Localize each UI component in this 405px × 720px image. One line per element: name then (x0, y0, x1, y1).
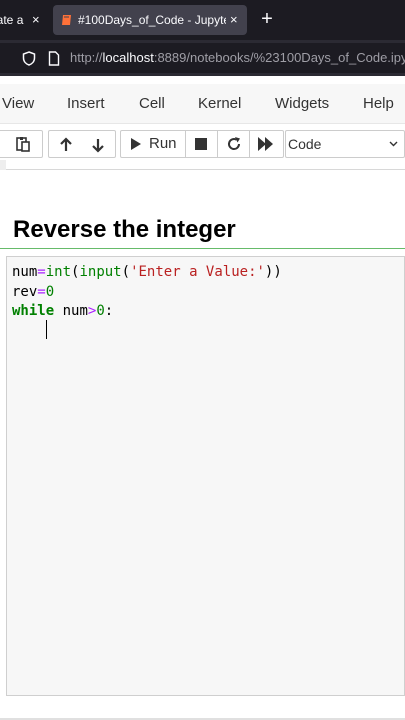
notebook-container: Reverse the integer num=int(input('Enter… (0, 160, 405, 720)
close-tab-icon[interactable]: × (230, 5, 238, 35)
new-tab-button[interactable]: + (258, 5, 276, 35)
notebook-favicon-icon (62, 15, 71, 25)
menu-widgets[interactable]: Widgets (275, 84, 329, 124)
menu-help[interactable]: Help (363, 84, 394, 124)
url-path: :8889/notebooks/%23100Days_of_Code.ipynb (153, 50, 405, 65)
jupyter-menu-bar: View Insert Cell Kernel Widgets Help (0, 84, 405, 124)
url-host: localhost (102, 50, 154, 65)
move-cell-group (48, 130, 116, 158)
paste-button[interactable] (0, 130, 43, 158)
markdown-heading: Reverse the integer (13, 216, 236, 243)
code-token: 'Enter a Value:' (130, 264, 265, 280)
run-label: Run (149, 135, 177, 152)
restart-button[interactable] (218, 131, 250, 157)
code-token: 0 (45, 283, 55, 300)
page-info-icon[interactable] (48, 51, 60, 66)
restart-icon (228, 137, 241, 150)
move-up-icon[interactable] (58, 137, 74, 153)
code-token: = (37, 264, 46, 280)
previous-cell[interactable] (6, 160, 405, 170)
code-text: num=int(input('Enter a Value:')) rev=0 w… (12, 263, 282, 322)
chevron-down-icon (389, 141, 398, 147)
code-editor[interactable]: num=int(input('Enter a Value:')) rev=0 w… (6, 256, 405, 696)
stop-icon (195, 138, 207, 150)
code-token: int (45, 264, 72, 280)
run-icon (131, 138, 141, 150)
menu-insert[interactable]: Insert (67, 84, 105, 124)
code-token: rev (12, 283, 38, 300)
code-token: )) (264, 264, 282, 280)
code-token: while (12, 303, 55, 319)
close-tab-icon[interactable]: × (32, 5, 40, 35)
code-token: ( (121, 264, 131, 280)
text-cursor (46, 320, 47, 339)
run-button[interactable]: Run (121, 131, 186, 157)
url-text[interactable]: http://localhost:8889/notebooks/%23100Da… (70, 43, 405, 73)
url-bar[interactable]: http://localhost:8889/notebooks/%23100Da… (0, 43, 405, 73)
move-down-icon[interactable] (90, 137, 106, 153)
menu-cell[interactable]: Cell (139, 84, 165, 124)
code-token: num (54, 303, 88, 319)
cell-type-value: Code (288, 136, 322, 152)
code-token: 0 (96, 303, 105, 319)
menu-view[interactable]: View (2, 84, 34, 124)
browser-tab-active[interactable]: #100Days_of_Code - Jupyter Nc × (53, 5, 247, 35)
fast-forward-icon (258, 137, 273, 151)
tab-title: eate a (0, 13, 24, 27)
url-prefix: http:// (70, 50, 103, 65)
code-cell-selected[interactable]: num=int(input('Enter a Value:')) rev=0 w… (0, 248, 405, 720)
paste-icon (16, 137, 30, 152)
browser-nav-bar: http://localhost:8889/notebooks/%23100Da… (0, 40, 405, 76)
code-token: : (104, 303, 114, 319)
tab-title: #100Days_of_Code - Jupyter Nc (78, 13, 226, 27)
browser-tab-strip: eate a × #100Days_of_Code - Jupyter Nc ×… (0, 0, 405, 40)
run-control-group: Run (120, 130, 284, 158)
code-token: input (79, 264, 122, 280)
shield-icon[interactable] (22, 51, 36, 66)
jupyter-toolbar: Run Code (0, 128, 405, 160)
cell-type-select[interactable]: Code (285, 130, 405, 158)
restart-run-all-button[interactable] (250, 131, 284, 157)
browser-tab-inactive[interactable]: eate a × (0, 5, 52, 35)
markdown-cell[interactable]: Reverse the integer (0, 170, 405, 248)
code-token: = (37, 283, 46, 300)
code-token: num (12, 264, 38, 280)
menu-kernel[interactable]: Kernel (198, 84, 241, 124)
stop-button[interactable] (186, 131, 218, 157)
